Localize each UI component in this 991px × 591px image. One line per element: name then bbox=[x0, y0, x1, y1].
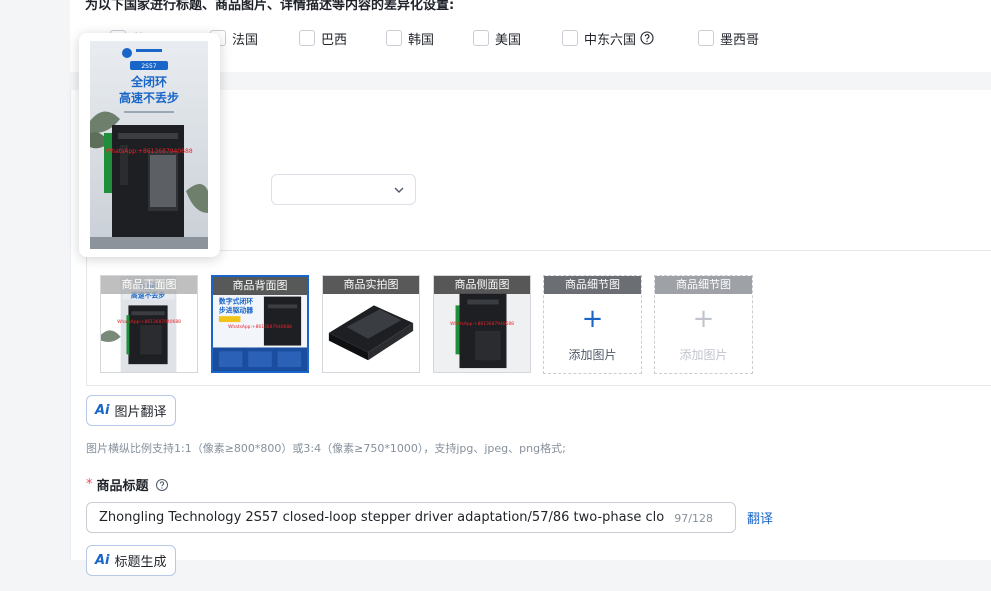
image-slot-label: 商品正面图 bbox=[101, 276, 197, 294]
checkbox-country-usa[interactable]: 美国 bbox=[473, 28, 521, 48]
checkbox-box[interactable] bbox=[473, 30, 489, 46]
preview-image: 2S57 全闭环 高速不丢步 WhatsApp:+8613687940688 bbox=[90, 41, 208, 249]
question-circle-icon[interactable] bbox=[155, 478, 169, 492]
preview-headline-1: 全闭环 bbox=[130, 74, 167, 89]
image-preview-popup: 2S57 全闭环 高速不丢步 WhatsApp:+8613687940688 bbox=[79, 33, 220, 257]
question-circle-icon[interactable] bbox=[640, 31, 654, 45]
image-translate-button[interactable]: Ai 图片翻译 bbox=[86, 395, 176, 426]
watermark-text: WhatsApp:+8613687940688 bbox=[117, 319, 181, 325]
checkbox-box[interactable] bbox=[562, 30, 578, 46]
preview-headline-2: 高速不丢步 bbox=[119, 90, 179, 105]
product-image-area: 商品正面图 全闭环 高速不丢步 WhatsApp:+8613687940688 … bbox=[86, 250, 991, 386]
checkbox-country-mexico[interactable]: 墨西哥 bbox=[698, 28, 759, 48]
image-slot-label: 商品细节图 bbox=[544, 276, 641, 294]
image-format-hint: 图片横纵比例支持1:1（像素≥800*800）或3:4（像素≥750*1000）… bbox=[86, 442, 566, 455]
checkbox-box[interactable] bbox=[698, 30, 714, 46]
product-title-input[interactable]: Zhongling Technology 2S57 closed-loop st… bbox=[86, 502, 736, 533]
product-title-label: * 商品标题 bbox=[86, 475, 169, 494]
image-slot-label: 商品细节图 bbox=[655, 276, 752, 294]
svg-text:数字式闭环: 数字式闭环 bbox=[219, 296, 253, 305]
add-detail-image-button[interactable]: 商品细节图 + 添加图片 bbox=[543, 275, 642, 374]
watermark-text: WhatsApp:+8613687940688 bbox=[105, 148, 192, 155]
product-model-tag: 2S57 bbox=[141, 63, 156, 70]
country-settings-heading: 为以下国家进行标题、商品图片、详情描述等内容的差异化设置: bbox=[85, 0, 455, 13]
checkbox-country-brazil[interactable]: 巴西 bbox=[299, 28, 347, 48]
category-select[interactable] bbox=[271, 174, 416, 205]
title-translate-link[interactable]: 翻译 bbox=[747, 508, 773, 527]
ai-icon: Ai bbox=[95, 403, 110, 418]
add-image-text: 添加图片 bbox=[568, 348, 617, 362]
image-slot-label: 商品侧面图 bbox=[434, 276, 530, 294]
checkbox-box[interactable] bbox=[386, 30, 402, 46]
title-char-count: 97/128 bbox=[674, 512, 713, 525]
image-slot-label: 商品背面图 bbox=[213, 277, 307, 295]
checkbox-country-korea[interactable]: 韩国 bbox=[386, 28, 434, 48]
title-generate-button[interactable]: Ai 标题生成 bbox=[86, 545, 176, 576]
plus-icon: + bbox=[581, 304, 604, 334]
image-slot-front[interactable]: 商品正面图 全闭环 高速不丢步 WhatsApp:+8613687940688 bbox=[100, 275, 198, 373]
checkbox-box[interactable] bbox=[299, 30, 315, 46]
image-slot-side[interactable]: 商品侧面图 WhatsApp:+8613687940688 bbox=[433, 275, 531, 373]
product-title-value[interactable]: Zhongling Technology 2S57 closed-loop st… bbox=[99, 510, 664, 525]
chevron-down-icon bbox=[394, 187, 404, 193]
watermark-text: WhatsApp:+8613687940688 bbox=[228, 324, 292, 330]
add-detail-image-button-disabled: 商品细节图 + 添加图片 bbox=[654, 275, 753, 374]
plus-icon: + bbox=[692, 304, 715, 334]
ai-icon: Ai bbox=[95, 553, 110, 568]
checkbox-country-middle-east[interactable]: 中东六国 bbox=[562, 28, 654, 48]
svg-text:步进驱动器: 步进驱动器 bbox=[219, 305, 253, 314]
add-image-text: 添加图片 bbox=[679, 348, 728, 362]
watermark-text: WhatsApp:+8613687940688 bbox=[450, 321, 514, 327]
image-slot-real[interactable]: 商品实拍图 bbox=[322, 275, 420, 373]
image-slot-label: 商品实拍图 bbox=[323, 276, 419, 294]
required-mark: * bbox=[86, 477, 93, 492]
image-slot-back[interactable]: 商品背面图 数字式闭环 步进驱动器 WhatsApp:+861368794068… bbox=[211, 275, 309, 373]
